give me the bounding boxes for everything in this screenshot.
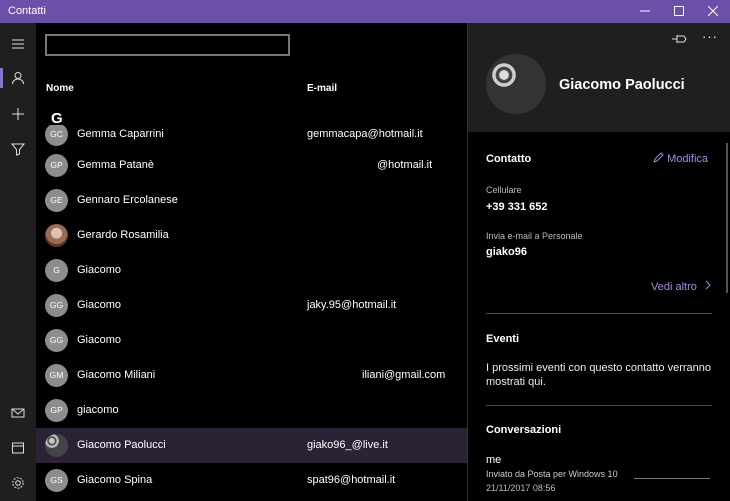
edit-icon (653, 152, 664, 163)
divider (486, 313, 712, 314)
mail-icon (11, 408, 25, 418)
contact-name: giacomo (77, 404, 119, 416)
pin-button[interactable] (671, 32, 689, 46)
more-options-button[interactable]: ··· (702, 29, 718, 44)
events-empty-text: I prossimi eventi con questo contatto ve… (486, 362, 712, 388)
contact-row[interactable]: GE Gennaro Ercolanese (36, 183, 467, 218)
contact-row[interactable]: Gerardo Rosamilia (36, 218, 467, 253)
contact-email: gemmacapa@hotmail.it (307, 128, 423, 140)
navigation-rail (0, 23, 36, 501)
contacts-icon (12, 72, 24, 85)
minimize-icon (640, 10, 650, 12)
contact-name: Giacomo (77, 299, 122, 311)
maximize-button[interactable] (662, 0, 696, 23)
conversation-sender[interactable]: me (486, 454, 501, 466)
edit-button[interactable]: Modifica (653, 152, 708, 165)
mail-app-button[interactable] (0, 396, 36, 430)
avatar: GE (45, 189, 68, 212)
contact-name: Giacomo Paolucci (77, 439, 166, 451)
scrollbar[interactable] (726, 143, 728, 293)
close-icon (708, 6, 718, 16)
filter-button[interactable] (0, 132, 36, 166)
divider (486, 405, 712, 406)
avatar: G (45, 259, 68, 282)
contact-row-selected[interactable]: Giacomo Paolucci giako96_@live.it (36, 428, 467, 463)
menu-button[interactable] (0, 27, 36, 61)
minimize-button[interactable] (628, 0, 662, 23)
contact-name: Gennaro Ercolanese (77, 194, 178, 206)
avatar: GG (45, 294, 68, 317)
see-more-button[interactable]: Vedi altro (651, 280, 712, 293)
close-button[interactable] (696, 0, 730, 23)
contact-full-name: Giacomo Paolucci (559, 77, 685, 93)
contact-email: iliani@gmail.com (362, 369, 446, 381)
contact-detail-pane: Giacomo Paolucci ··· Contatto Modifica C… (467, 23, 730, 501)
contact-email: spat96@hotmail.it (307, 474, 396, 486)
column-header-email[interactable]: E-mail (307, 83, 337, 94)
contact-section-title: Contatto (486, 153, 532, 165)
avatar: GS (45, 469, 68, 492)
contact-header: Giacomo Paolucci ··· (468, 23, 730, 132)
add-icon (12, 108, 24, 120)
group-header (36, 103, 467, 125)
window-title: Contatti (8, 5, 46, 17)
email-label: Invia e-mail a Personale (486, 231, 583, 241)
column-header-name[interactable]: Nome (46, 83, 74, 94)
contact-email: giako96_@live.it (307, 439, 388, 451)
chevron-right-icon (705, 280, 711, 290)
see-more-label: Vedi altro (651, 281, 697, 293)
avatar: GG (45, 329, 68, 352)
phone-value[interactable]: +39 331 652 (486, 201, 547, 213)
avatar (45, 224, 68, 247)
avatar: GP (45, 154, 68, 177)
contact-photo[interactable] (486, 54, 546, 114)
contact-name: Giacomo (77, 264, 122, 276)
pin-icon (672, 35, 687, 43)
contact-name: Giacomo (77, 334, 122, 346)
events-section-title: Eventi (486, 333, 520, 345)
contacts-nav-button[interactable] (0, 61, 36, 95)
menu-icon (12, 39, 24, 49)
contact-name: Giacomo Spina (77, 474, 153, 486)
edit-label: Modifica (667, 153, 709, 165)
settings-icon (12, 477, 24, 489)
avatar: GM (45, 364, 68, 387)
contact-email: @hotmail.it (377, 159, 433, 171)
search-input[interactable] (47, 36, 288, 54)
avatar: GP (45, 399, 68, 422)
calendar-app-button[interactable] (0, 431, 36, 465)
contact-row[interactable]: G Giacomo (36, 253, 467, 288)
contact-name: Gerardo Rosamilia (77, 229, 169, 241)
filter-icon (11, 143, 25, 156)
contact-row[interactable]: GM Giacomo Miliani iliani@gmail.com (36, 358, 467, 393)
settings-button[interactable] (0, 466, 36, 500)
title-bar: Contatti (0, 0, 730, 23)
calendar-icon (12, 442, 24, 454)
group-letter[interactable]: G (51, 110, 63, 127)
contact-row[interactable]: GP Gemma Patanè @hotmail.it (36, 148, 467, 183)
contact-row[interactable]: GG Giacomo (36, 323, 467, 358)
avatar (45, 434, 68, 457)
contact-row[interactable]: GG Giacomo jaky.95@hotmail.it (36, 288, 467, 323)
contact-row[interactable]: GS Giacomo Spina spat96@hotmail.it (36, 463, 467, 498)
conversation-date: 21/11/2017 08:56 (486, 483, 556, 493)
phone-label: Cellulare (486, 185, 522, 195)
conversations-section-title: Conversazioni (486, 424, 562, 436)
contact-name: Gemma Caparrini (77, 128, 164, 140)
search-box[interactable] (45, 34, 290, 56)
maximize-icon (674, 6, 684, 16)
contact-row[interactable]: GP giacomo (36, 393, 467, 428)
contact-list-panel: Nome E-mail GC Gemma Caparrini gemmacapa… (36, 23, 467, 501)
contact-name: Gemma Patanè (77, 159, 155, 171)
email-value[interactable]: giako96 (486, 246, 527, 258)
add-contact-button[interactable] (0, 97, 36, 131)
conversation-subject[interactable]: Inviato da Posta per Windows 10 (486, 469, 618, 479)
conversation-preview-line (634, 478, 710, 479)
contact-name: Giacomo Miliani (77, 369, 156, 381)
contact-email: jaky.95@hotmail.it (307, 299, 397, 311)
